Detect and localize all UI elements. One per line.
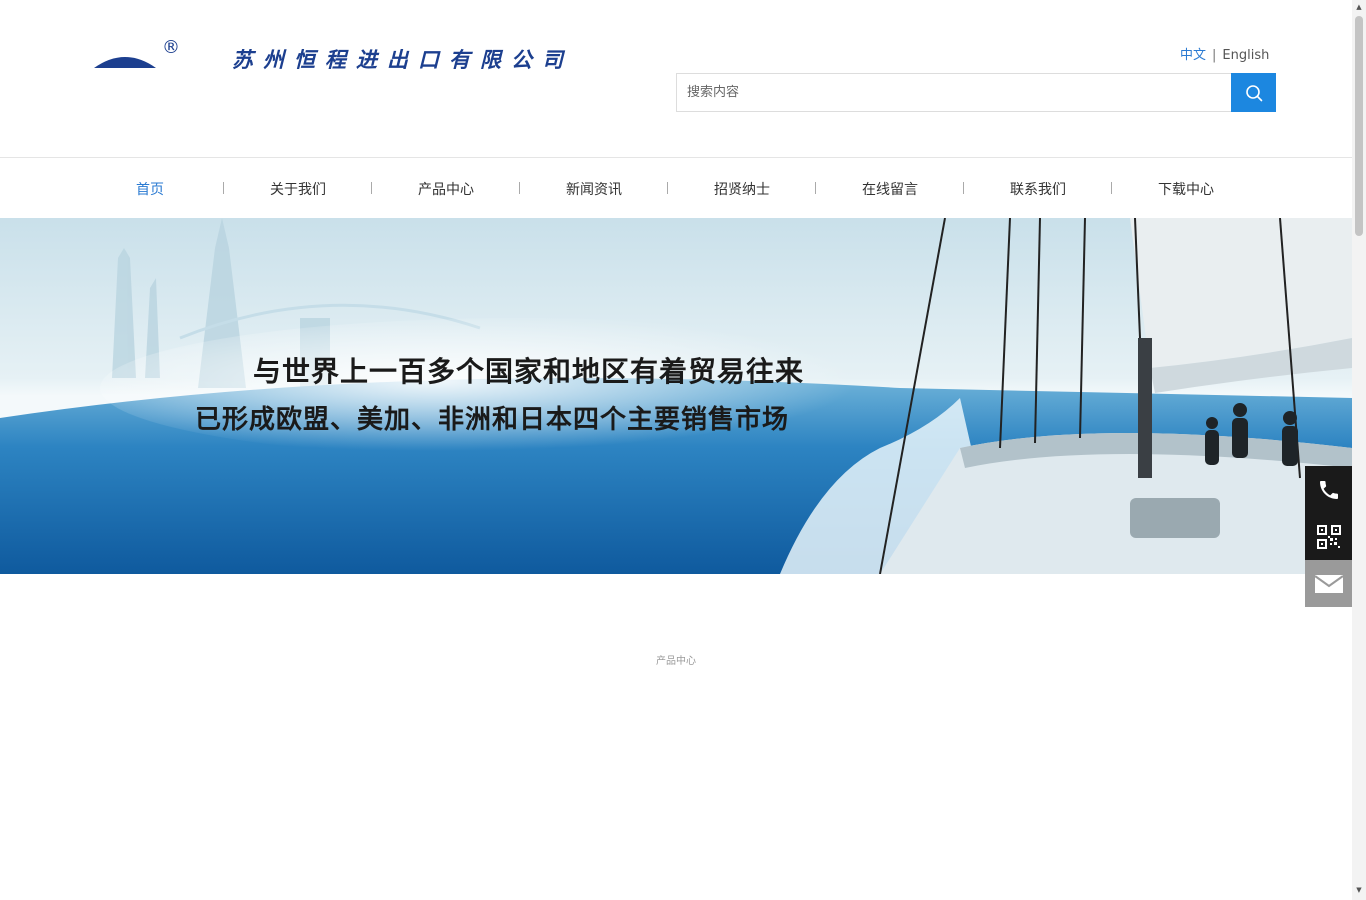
nav-item-label: 新闻资讯 (566, 181, 622, 198)
lang-english-link[interactable]: English (1222, 48, 1269, 63)
page-scrollbar[interactable]: ▲ ▼ (1352, 0, 1366, 900)
nav-item-label: 关于我们 (270, 181, 326, 198)
search-bar (676, 73, 1276, 112)
side-float-toolbar (1305, 466, 1352, 607)
phone-icon (1319, 480, 1338, 499)
mail-icon (1313, 574, 1344, 593)
nav-item-about[interactable]: 关于我们 (224, 158, 372, 219)
nav-item-label: 产品中心 (418, 181, 474, 198)
logo-arc-icon (94, 57, 156, 68)
nav-item-products[interactable]: 产品中心 (372, 158, 520, 219)
product-section-title: 产品中心 (645, 652, 707, 669)
nav-item-home[interactable]: 首页 (76, 158, 224, 219)
nav-item-message[interactable]: 在线留言 (816, 158, 964, 219)
nav-item-label: 联系我们 (1010, 181, 1066, 198)
sailboat-ocean-image (0, 218, 1352, 574)
email-button[interactable] (1305, 560, 1352, 607)
nav-item-contact[interactable]: 联系我们 (964, 158, 1112, 219)
lang-separator: | (1212, 48, 1217, 63)
nav-item-label: 首页 (136, 181, 164, 198)
scroll-down-arrow-icon[interactable]: ▼ (1355, 886, 1363, 894)
language-switcher: 中文 | English (1180, 44, 1269, 63)
main-nav: 首页 关于我们 产品中心 新闻资讯 招贤纳士 在线留言 联系我们 下载中心 (0, 157, 1352, 219)
scroll-up-arrow-icon[interactable]: ▲ (1355, 3, 1363, 11)
banner-subheadline: 已形成欧盟、美加、非洲和日本四个主要销售市场 (195, 405, 790, 435)
nav-item-label: 招贤纳士 (714, 181, 770, 198)
phone-button[interactable] (1305, 466, 1352, 513)
search-button[interactable] (1231, 73, 1276, 112)
qr-code-button[interactable] (1305, 513, 1352, 560)
scroll-thumb[interactable] (1355, 16, 1363, 236)
section-title-text: 产品中心 (656, 656, 696, 667)
search-input[interactable] (676, 73, 1231, 112)
hero-banner[interactable] (0, 218, 1352, 574)
company-name: 苏州恒程进出口有限公司 (232, 47, 573, 72)
nav-item-label: 下载中心 (1158, 181, 1214, 198)
banner-headline: 与世界上一百多个国家和地区有着贸易往来 (253, 355, 805, 388)
nav-item-label: 在线留言 (862, 181, 918, 198)
lang-chinese-link[interactable]: 中文 (1180, 48, 1206, 63)
search-icon (1245, 84, 1262, 101)
nav-item-careers[interactable]: 招贤纳士 (668, 158, 816, 219)
company-logo[interactable]: ® 苏州恒程进出口有限公司 (90, 38, 640, 78)
registered-mark: ® (162, 37, 180, 58)
qr-code-icon (1316, 524, 1341, 549)
nav-item-news[interactable]: 新闻资讯 (520, 158, 668, 219)
nav-item-downloads[interactable]: 下载中心 (1112, 158, 1260, 219)
site-header: ® 苏州恒程进出口有限公司 中文 | English (0, 0, 1352, 157)
